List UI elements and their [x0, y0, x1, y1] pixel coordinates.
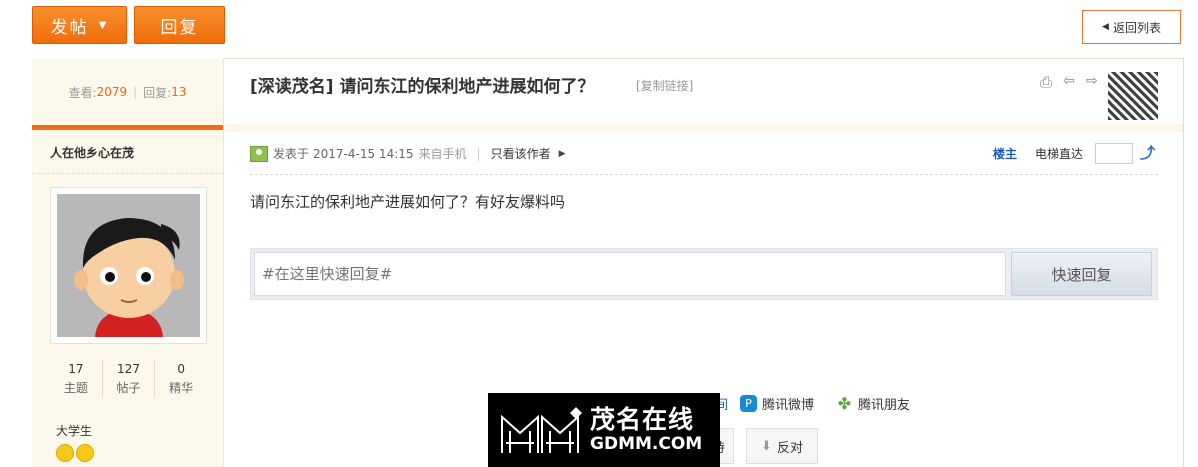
stat-value: 17 — [68, 362, 84, 376]
only-author-link[interactable]: 只看该作者 — [491, 145, 551, 162]
meta-divider: | — [476, 146, 481, 161]
stat-posts[interactable]: 127 帖子 — [101, 360, 155, 398]
stat-threads[interactable]: 17 主题 — [50, 360, 102, 398]
medals — [56, 444, 94, 462]
moon-medal-icon — [76, 444, 94, 462]
weibo-icon: P — [740, 395, 757, 412]
thumb-down-icon: ⬇ — [761, 438, 772, 454]
floor-jump-input[interactable] — [1095, 143, 1133, 164]
stat-label: 主题 — [63, 381, 88, 395]
post-meta: 发表于 2017-4-15 14:15 来自手机 | 只看该作者 ▶ — [250, 145, 566, 162]
stat-digest[interactable]: 0 精华 — [154, 360, 207, 398]
views-count: 2079 — [96, 85, 128, 99]
share-friend-label: 腾讯朋友 — [858, 398, 911, 413]
reply-button-label: 回复 — [160, 17, 199, 38]
reply-button[interactable]: 回复 — [134, 6, 225, 44]
next-thread-icon[interactable]: ⇨ — [1086, 73, 1098, 89]
views-label: 查看: — [68, 85, 97, 100]
gdmm-logo-icon — [496, 403, 584, 457]
back-to-list-button[interactable]: ◀ 返回列表 — [1082, 10, 1181, 44]
post-body: 请问东江的保利地产进展如何了？有好友爆料吗 — [250, 193, 566, 211]
previous-thread-icon[interactable]: ⇦ — [1063, 73, 1075, 89]
divider — [32, 173, 223, 174]
avatar[interactable] — [50, 187, 207, 344]
oppose-label: 反对 — [776, 440, 803, 456]
share-tencent-weibo[interactable]: P 腾讯微博 — [740, 394, 814, 413]
post-header-band — [225, 124, 1183, 132]
clover-icon: ✤ — [837, 394, 852, 413]
print-icon[interactable]: ⎙ — [1040, 73, 1052, 91]
triangle-left-icon: ◀ — [1102, 22, 1109, 32]
stat-value: 127 — [117, 362, 140, 376]
chevron-down-icon: ▼ — [98, 19, 109, 31]
divider — [250, 174, 1158, 175]
thread-title: [深读茂名] 请问东江的保利地产进展如何了？ — [250, 77, 595, 97]
stat-label: 精华 — [169, 381, 194, 395]
post-new-thread-button[interactable]: 发帖 ▼ — [32, 6, 127, 44]
avatar-image — [57, 194, 200, 337]
elevator-label: 电梯直达 — [1035, 147, 1084, 161]
replies-label: 回复: — [143, 85, 172, 100]
qr-code-icon[interactable] — [1108, 72, 1158, 120]
quick-reply-button[interactable]: 快速回复 — [1011, 252, 1152, 296]
posted-prefix: 发表于 — [273, 147, 310, 161]
triangle-right-icon: ▶ — [558, 148, 566, 159]
post-button-label: 发帖 — [50, 17, 89, 38]
smiley-medal-icon — [56, 444, 74, 462]
posted-time: 2017-4-15 14:15 — [313, 146, 414, 161]
replies-count: 13 — [171, 85, 187, 99]
accent-bar — [32, 125, 223, 130]
oppose-button[interactable]: ⬇ 反对 — [746, 428, 818, 464]
share-tencent-friend[interactable]: ✤ 腾讯朋友 — [836, 394, 910, 413]
stats-divider: | — [133, 85, 138, 99]
elevator-go-icon[interactable]: ⤴ — [1140, 142, 1155, 163]
back-label: 返回列表 — [1112, 20, 1161, 35]
watermark-cn: 茂名在线 — [590, 405, 695, 434]
stat-label: 帖子 — [116, 381, 141, 395]
author-sidebar: 查看: 2079 | 回复: 13 人在他乡心在茂 17 主题 127 帖子 0… — [32, 58, 224, 467]
online-user-icon — [250, 145, 268, 162]
watermark-en: GDMM.COM — [590, 434, 703, 454]
site-watermark: 茂名在线 GDMM.COM — [488, 393, 720, 467]
author-stats: 17 主题 127 帖子 0 精华 — [50, 360, 207, 398]
stat-value: 0 — [177, 362, 185, 376]
author-name-link[interactable]: 人在他乡心在茂 — [50, 144, 134, 161]
post-source: 来自手机 — [418, 147, 467, 161]
copy-link[interactable]: [复制链接] — [636, 77, 693, 94]
floor-label: 楼主 — [993, 147, 1018, 161]
user-rank: 大学生 — [56, 424, 93, 438]
watermark-text: 茂名在线 GDMM.COM — [590, 405, 703, 455]
share-weibo-label: 腾讯微博 — [762, 398, 815, 413]
cartoon-avatar-icon — [57, 194, 200, 337]
quick-reply-bar: 快速回复 — [250, 248, 1158, 300]
thread-stats: 查看: 2079 | 回复: 13 — [32, 58, 223, 126]
quick-reply-input[interactable] — [254, 252, 1006, 296]
